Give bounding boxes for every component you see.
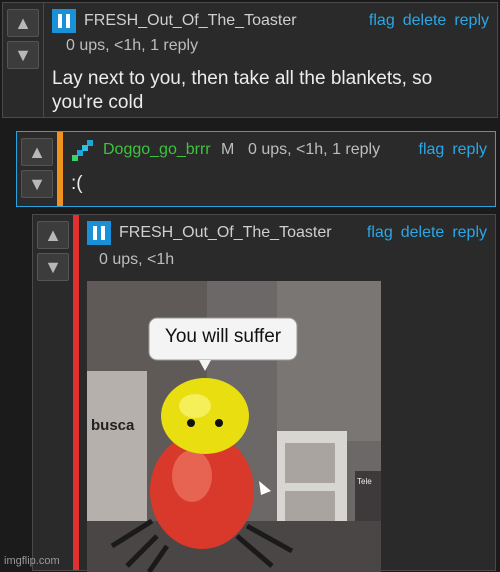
comment-body: Doggo_go_brrr M 0 ups, <1h, 1 reply flag…: [57, 132, 495, 206]
vote-column: ▲ ▼: [17, 132, 57, 206]
meme-caption: You will suffer: [164, 326, 282, 347]
comment-body: FRESH_Out_Of_The_Toaster flag delete reply…: [43, 3, 497, 117]
comment-username[interactable]: FRESH_Out_Of_The_Toaster: [84, 12, 297, 30]
comment-text-line: you're cold: [52, 92, 144, 113]
comment-text-line: Lay next to you, then take all the blank…: [52, 68, 433, 89]
comment-2: ▲ ▼ Doggo_go_brrr M 0 ups, <1h, 1 reply …: [16, 131, 496, 207]
comment-1: ▲ ▼ FRESH_Out_Of_The_Toaster flag delete r…: [2, 2, 498, 118]
comment-meta: 0 ups, <1h: [99, 251, 175, 268]
pause-bars-avatar-icon[interactable]: [52, 9, 76, 33]
delete-link[interactable]: delete: [401, 224, 445, 241]
reply-link[interactable]: reply: [454, 12, 489, 29]
upvote-arrow-icon[interactable]: ▲: [7, 9, 39, 37]
downvote-arrow-icon[interactable]: ▼: [7, 41, 39, 69]
reply-link[interactable]: reply: [452, 224, 487, 241]
downvote-arrow-icon[interactable]: ▼: [37, 253, 69, 281]
flag-link[interactable]: flag: [419, 141, 445, 158]
red-thread-bar: [73, 215, 79, 570]
comment-text: :(: [71, 173, 83, 194]
upvote-arrow-icon[interactable]: ▲: [37, 221, 69, 249]
vote-column: ▲ ▼: [33, 215, 73, 570]
comment-body: FRESH_Out_Of_The_Toaster flag delete reply…: [73, 215, 495, 572]
downvote-arrow-icon[interactable]: ▼: [21, 170, 53, 198]
upvote-arrow-icon[interactable]: ▲: [21, 138, 53, 166]
comment-text: Lay next to you, then take all the blank…: [52, 67, 432, 115]
comment-actions: flag reply: [411, 141, 487, 159]
meme-image[interactable]: You will suffer busca Tele: [87, 281, 381, 572]
flag-link[interactable]: flag: [367, 224, 393, 241]
comment-actions: flag delete reply: [361, 12, 489, 30]
meme-small-sign: Tele: [357, 477, 372, 486]
vote-column: ▲ ▼: [3, 3, 43, 117]
orange-thread-bar: [57, 132, 63, 206]
meme-sign-text: busca: [91, 417, 135, 434]
comment-username[interactable]: Doggo_go_brrr: [103, 141, 211, 159]
mod-badge: M: [221, 141, 235, 158]
flag-link[interactable]: flag: [369, 12, 395, 29]
comment-username[interactable]: FRESH_Out_Of_The_Toaster: [119, 224, 332, 242]
comment-3: ▲ ▼ FRESH_Out_Of_The_Toaster flag delete r…: [32, 214, 496, 572]
pause-bars-avatar-icon[interactable]: [87, 221, 111, 245]
comment-actions: flag delete reply: [359, 224, 487, 242]
comment-meta: 0 ups, <1h, 1 reply: [248, 141, 381, 158]
imgflip-watermark: imgflip.com: [4, 555, 60, 567]
reply-link[interactable]: reply: [452, 141, 487, 158]
pixel-diagonal-avatar-icon[interactable]: [71, 138, 95, 162]
comment-meta: 0 ups, <1h, 1 reply: [66, 37, 199, 54]
delete-link[interactable]: delete: [403, 12, 447, 29]
